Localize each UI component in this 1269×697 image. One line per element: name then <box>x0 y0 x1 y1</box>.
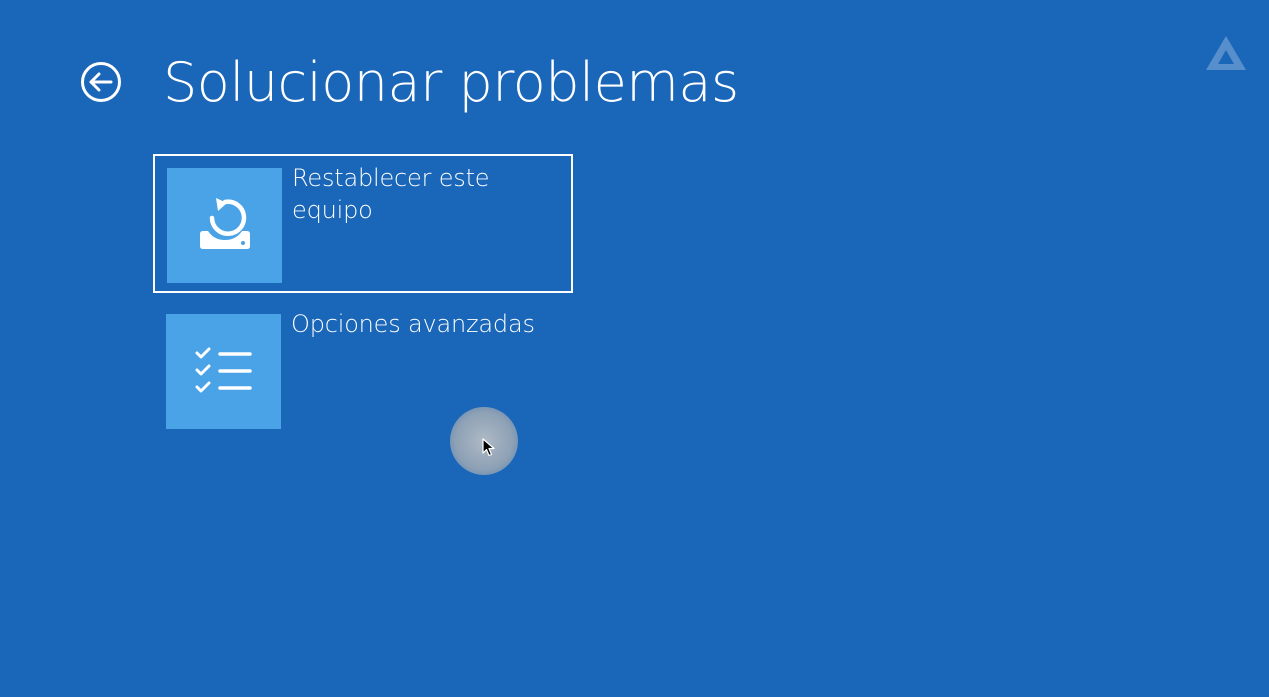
option-reset-pc[interactable]: Restablecer este equipo <box>153 154 573 293</box>
mouse-cursor-icon <box>482 438 496 458</box>
advanced-options-tile <box>166 314 281 429</box>
option-reset-pc-label: Restablecer este equipo <box>292 164 490 224</box>
recovery-screen: Solucionar problemas Restablecer este eq… <box>0 0 1269 697</box>
reset-pc-icon <box>199 197 250 249</box>
back-button[interactable] <box>80 61 122 103</box>
option-advanced-label: Opciones avanzadas <box>291 310 535 338</box>
reset-pc-tile <box>167 168 282 283</box>
back-arrow-icon <box>81 62 121 102</box>
watermark-logo-icon <box>1203 33 1249 73</box>
checklist-icon <box>195 347 252 392</box>
page-title: Solucionar problemas <box>163 51 739 114</box>
